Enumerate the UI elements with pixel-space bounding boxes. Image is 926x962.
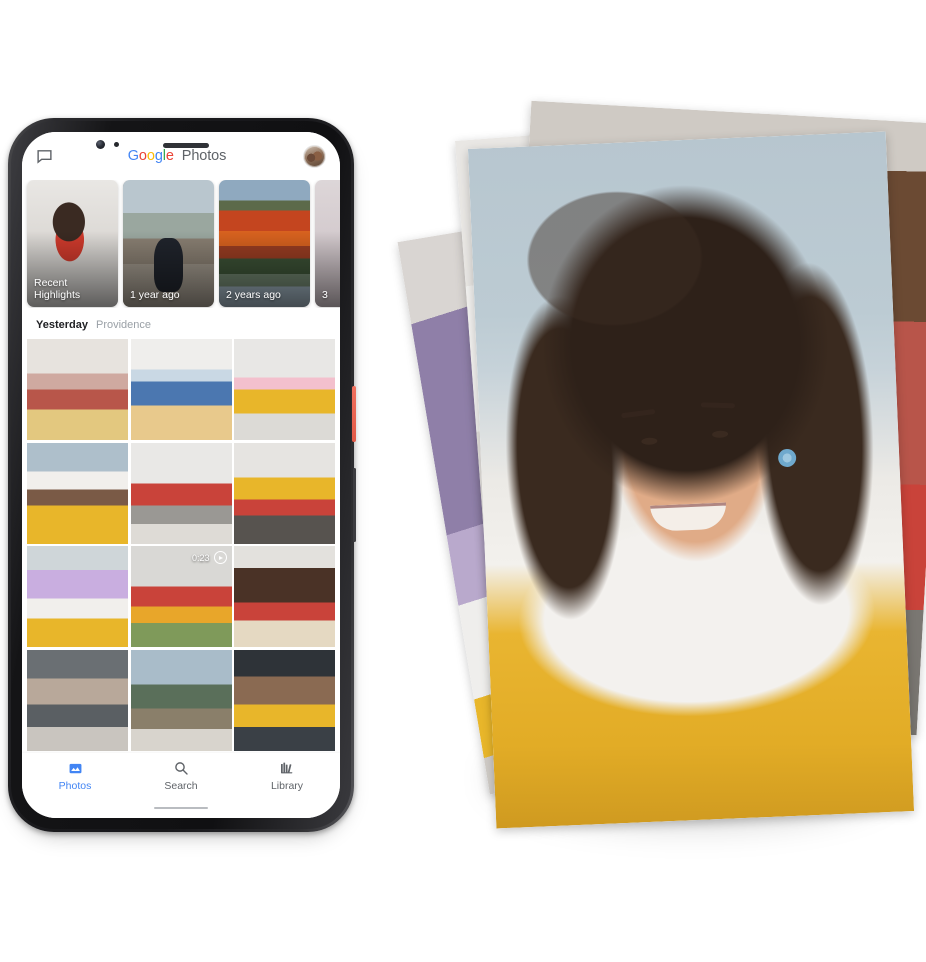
section-place: Providence	[95, 319, 152, 331]
brand-letter-o1: o	[138, 148, 147, 164]
nav-item-search[interactable]: Search	[128, 760, 234, 792]
brand-letter-g1: G	[127, 148, 139, 164]
earpiece-speaker	[163, 143, 209, 148]
volume-button[interactable]	[353, 468, 356, 542]
photo-thumbnail[interactable]	[234, 339, 335, 440]
printed-photo-1-image	[467, 131, 915, 829]
front-camera-icon	[96, 140, 105, 149]
page-title: Google Photos	[51, 148, 303, 164]
nav-item-library[interactable]: Library	[234, 760, 340, 792]
memory-label: 3	[322, 289, 328, 301]
photo-thumbnail[interactable]	[130, 339, 232, 440]
photo-thumbnail[interactable]	[234, 442, 335, 544]
eyebrow-left	[621, 408, 656, 418]
photo-grid[interactable]: 0:23	[22, 339, 340, 751]
printed-photo-1	[467, 131, 915, 829]
video-duration-label: 0:23	[191, 552, 210, 563]
memory-card[interactable]: 2 years ago	[219, 180, 310, 307]
photo-thumbnail[interactable]	[27, 649, 128, 751]
app-bar: Google Photos	[22, 132, 340, 180]
brand-letter-e: e	[165, 148, 174, 164]
memory-label: Recent Highlights	[34, 277, 113, 301]
memory-card[interactable]: 1 year ago	[123, 180, 214, 307]
phone-mockup: Google Photos Recent Highlights 1 year a…	[8, 118, 356, 838]
flower-hair-clip	[777, 448, 797, 468]
power-button[interactable]	[352, 386, 356, 442]
phone-screen: Google Photos Recent Highlights 1 year a…	[22, 132, 340, 818]
photo-thumbnail[interactable]	[234, 546, 335, 647]
photo-mountain-icon	[68, 760, 83, 776]
photo-thumbnail[interactable]	[234, 649, 335, 751]
brand-letter-g2: g	[154, 148, 163, 164]
memory-label-line2: Highlights	[34, 289, 81, 301]
search-icon	[173, 760, 189, 776]
photo-thumbnail[interactable]	[27, 339, 128, 440]
library-books-icon	[279, 760, 295, 776]
nav-label-library: Library	[270, 780, 304, 792]
memories-carousel[interactable]: Recent Highlights 1 year ago 2 years ago…	[22, 180, 340, 308]
nav-label-search: Search	[164, 780, 198, 792]
product-name: Photos	[181, 148, 227, 164]
memory-card[interactable]: 3	[315, 180, 340, 307]
play-icon	[213, 551, 227, 564]
eyebrow-right	[700, 402, 735, 409]
memory-card[interactable]: Recent Highlights	[27, 180, 118, 307]
memory-label-line1: Recent	[34, 277, 68, 289]
photo-thumbnail[interactable]	[130, 442, 232, 544]
section-date: Yesterday	[36, 319, 88, 331]
video-duration-badge: 0:23	[192, 551, 227, 564]
nav-item-photos[interactable]: Photos	[22, 760, 128, 792]
printed-photo-stack	[397, 100, 926, 850]
brand-letter-o2: o	[146, 148, 155, 164]
photo-thumbnail[interactable]	[27, 442, 128, 544]
nav-label-photos: Photos	[58, 780, 92, 792]
proximity-sensor-icon	[114, 142, 119, 147]
smile	[650, 502, 728, 532]
bottom-navigation-bar: Photos Search Library	[22, 753, 340, 818]
photo-thumbnail[interactable]	[27, 546, 128, 647]
memory-label: 1 year ago	[130, 289, 180, 301]
avatar[interactable]	[303, 144, 326, 168]
memory-label: 2 years ago	[226, 289, 281, 301]
eye-right	[711, 430, 729, 439]
photo-thumbnail[interactable]	[130, 649, 232, 751]
section-header: Yesterday Providence	[22, 308, 340, 339]
home-indicator[interactable]	[154, 807, 208, 809]
eye-left	[641, 437, 658, 445]
video-thumbnail[interactable]: 0:23	[130, 546, 232, 647]
